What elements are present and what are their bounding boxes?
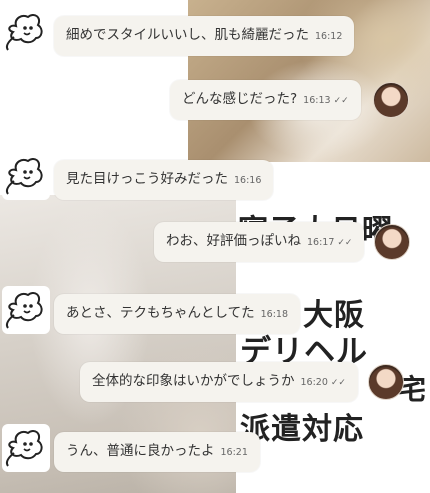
message-row: 全体的な印象はいかがでしょうか 16:20 ✓✓: [80, 362, 404, 402]
cartoon-ghost-avatar-icon[interactable]: [2, 286, 50, 334]
message-text: どんな感じだった?: [182, 91, 298, 107]
message-time: 16:17: [307, 237, 335, 248]
cartoon-ghost-avatar-icon[interactable]: [2, 424, 50, 472]
chat-bubble-outgoing: わお、好評価っぽいね 16:17 ✓✓: [154, 222, 365, 262]
chat-bubble-outgoing: 全体的な印象はいかがでしょうか 16:20 ✓✓: [80, 362, 358, 402]
message-time: 16:18: [260, 309, 288, 320]
user-photo-avatar[interactable]: [367, 364, 404, 400]
message-text: 細めでスタイルいいし、肌も綺麗だった: [66, 27, 309, 43]
message-time: 16:20: [300, 377, 328, 388]
message-text: 見た目けっこう好みだった: [66, 171, 228, 187]
message-text: 全体的な印象はいかがでしょうか: [92, 373, 295, 389]
double-check-icon: ✓✓: [330, 378, 346, 388]
message-time: 16:13: [303, 95, 331, 106]
message-row: 細めでスタイルいいし、肌も綺麗だった 16:12: [2, 8, 355, 56]
message-text: あとさ、テクもちゃんとしてた: [66, 305, 255, 321]
cartoon-ghost-avatar-icon[interactable]: [2, 152, 50, 200]
message-time: 16:21: [220, 447, 248, 458]
message-text: うん、普通に良かったよ: [66, 443, 215, 459]
message-time: 16:12: [315, 31, 343, 42]
cartoon-ghost-avatar-icon[interactable]: [2, 8, 50, 56]
chat-bubble-incoming: 細めでスタイルいいし、肌も綺麗だった 16:12: [54, 16, 355, 56]
chat-bubble-incoming: うん、普通に良かったよ 16:21: [54, 432, 260, 472]
user-photo-avatar[interactable]: [372, 82, 409, 118]
user-photo-avatar[interactable]: [374, 224, 411, 260]
message-row: 見た目けっこう好みだった 16:16: [2, 152, 274, 200]
chat-bubble-outgoing: どんな感じだった? 16:13 ✓✓: [170, 80, 361, 120]
message-row: わお、好評価っぽいね 16:17 ✓✓: [154, 222, 411, 262]
chat-bubble-incoming: 見た目けっこう好みだった 16:16: [54, 160, 274, 200]
double-check-icon: ✓✓: [333, 96, 349, 106]
message-time: 16:16: [234, 175, 262, 186]
message-row: あとさ、テクもちゃんとしてた 16:18: [2, 286, 300, 334]
message-text: わお、好評価っぽいね: [166, 233, 301, 249]
message-row: どんな感じだった? 16:13 ✓✓: [170, 80, 409, 120]
message-row: うん、普通に良かったよ 16:21: [2, 424, 260, 472]
chat-bubble-incoming: あとさ、テクもちゃんとしてた 16:18: [54, 294, 300, 334]
double-check-icon: ✓✓: [337, 238, 353, 248]
